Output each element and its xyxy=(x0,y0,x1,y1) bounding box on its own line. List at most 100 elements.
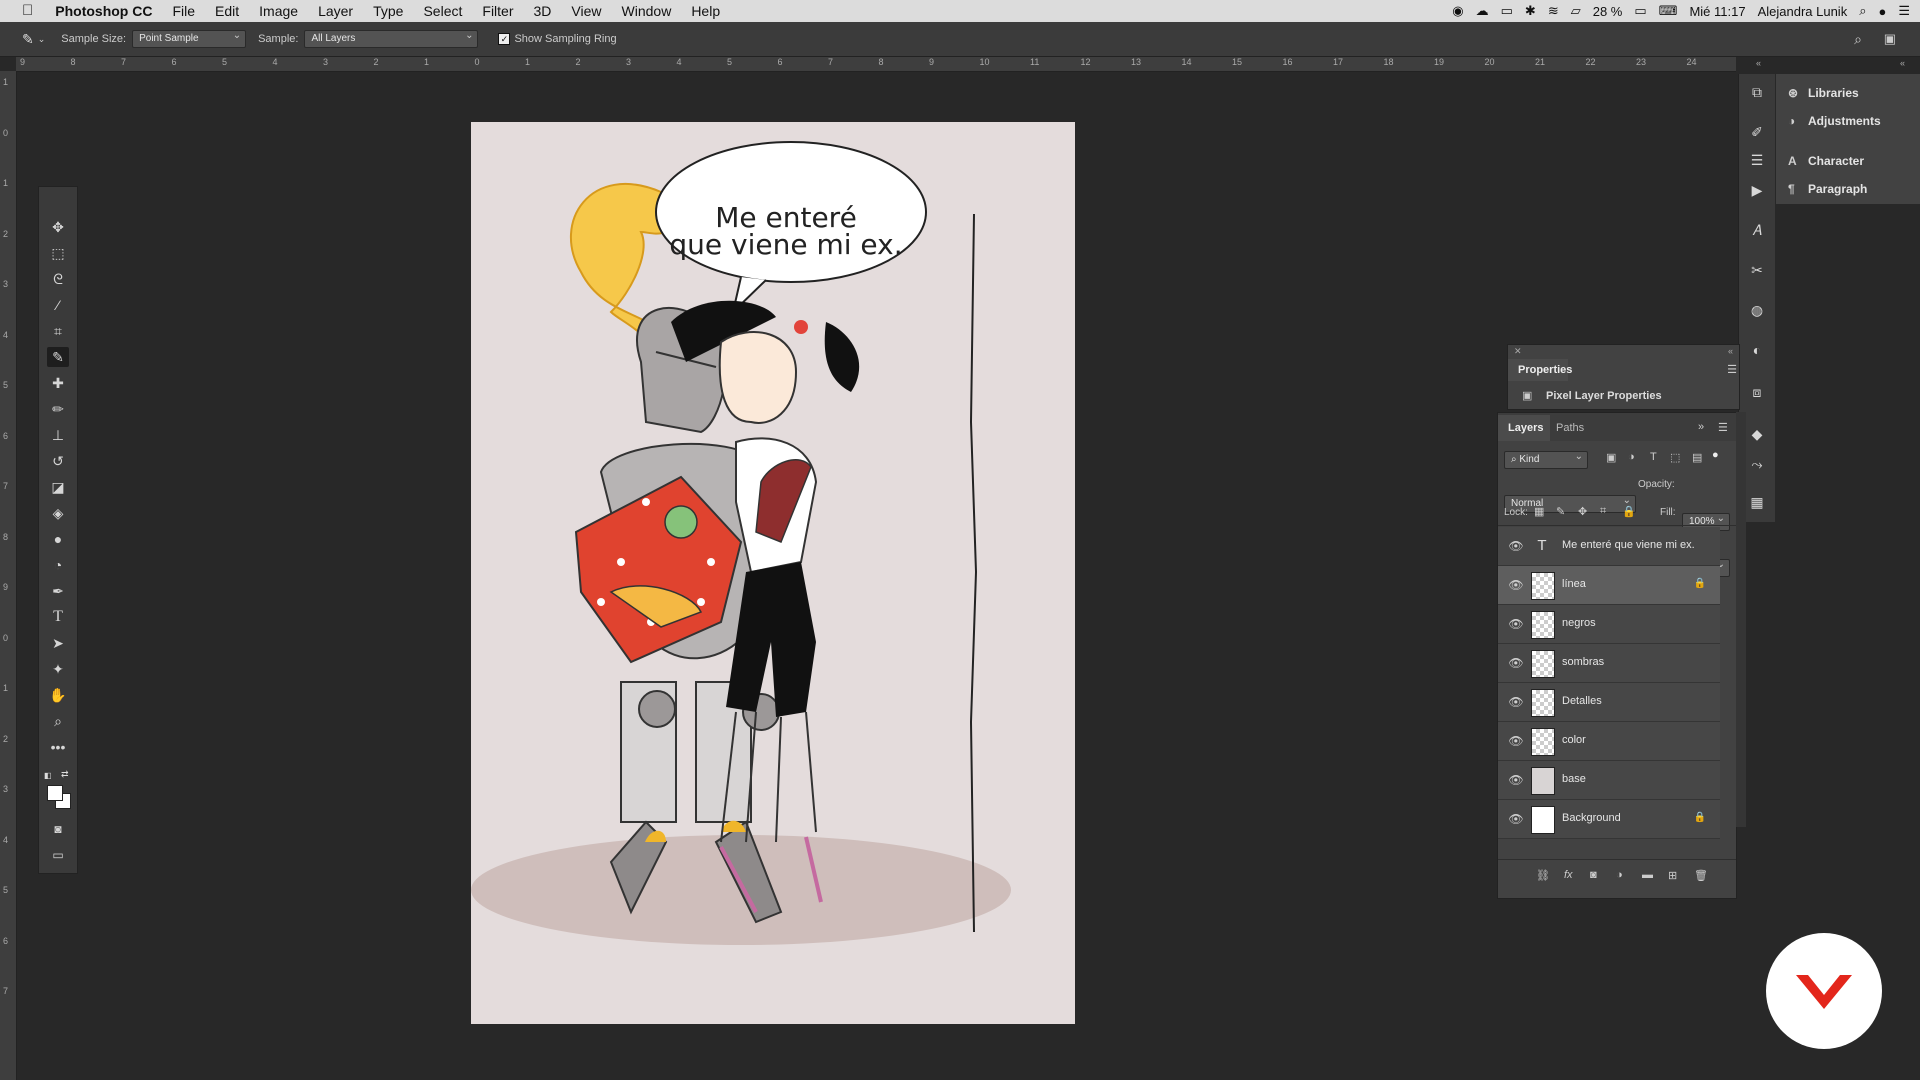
lock-pixels-icon[interactable]: ✎ xyxy=(1556,505,1565,518)
new-adjustment-icon[interactable]: ◑ xyxy=(1616,869,1623,881)
layers-panel-scrollbar[interactable] xyxy=(1736,412,1746,827)
battery-percent[interactable]: 28 % xyxy=(1593,4,1623,19)
properties-collapse-icon[interactable]: « xyxy=(1728,346,1733,356)
tool-presets-icon[interactable]: ✂ xyxy=(1747,260,1767,280)
type-tool-icon[interactable]: T xyxy=(47,607,69,627)
crop-tool-icon[interactable]: ⌗ xyxy=(47,321,69,341)
creative-cloud-icon[interactable]: ☁ xyxy=(1476,3,1489,19)
filter-shape-icon[interactable]: ⬚ xyxy=(1670,451,1680,464)
delete-layer-icon[interactable]: 🗑 xyxy=(1694,869,1708,882)
styles-icon[interactable]: ⧈ xyxy=(1747,382,1767,402)
layer-row[interactable]: 👁 negros xyxy=(1498,605,1720,644)
blur-tool-icon[interactable]: ● xyxy=(47,529,69,549)
history-brush-tool-icon[interactable]: ↺ xyxy=(47,451,69,471)
layer-row[interactable]: 👁 línea 🔒 xyxy=(1498,566,1720,605)
workspace-icon[interactable]: ▣ xyxy=(1884,31,1896,47)
layer-row[interactable]: 👁 sombras xyxy=(1498,644,1720,683)
display-icon[interactable]: ▭ xyxy=(1501,3,1513,19)
user-name[interactable]: Alejandra Lunik xyxy=(1758,4,1848,19)
screen-mode-icon[interactable]: ▭ xyxy=(47,845,69,865)
new-group-icon[interactable]: ▬ xyxy=(1642,869,1653,881)
layer-row[interactable]: 👁 T Me enteré que viene mi ex. xyxy=(1498,527,1720,566)
visibility-eye-icon[interactable]: 👁 xyxy=(1508,578,1524,592)
show-sampling-ring-checkbox[interactable]: ✓ xyxy=(498,33,511,45)
lock-transparency-icon[interactable]: ▦ xyxy=(1534,505,1544,518)
battery-icon[interactable]: ▭ xyxy=(1634,3,1646,19)
eyedropper-tool-preset-icon[interactable]: ✎ xyxy=(22,31,34,48)
brush-tool-icon[interactable]: ✏ xyxy=(47,399,69,419)
airplay-icon[interactable]: ▱ xyxy=(1571,3,1581,19)
apple-icon[interactable]:  xyxy=(0,0,45,22)
filter-adjustment-icon[interactable]: ◑ xyxy=(1628,451,1635,463)
menu-filter[interactable]: Filter xyxy=(472,0,523,22)
expand-panel-icon[interactable]: » xyxy=(1698,421,1704,433)
layer-row[interactable]: 👁 Background 🔒 xyxy=(1498,800,1720,839)
vertical-ruler[interactable]: 1 0 1 2 3 4 5 6 7 8 9 0 1 2 3 4 5 6 7 xyxy=(0,71,17,1080)
menu-layer[interactable]: Layer xyxy=(308,0,363,22)
panel-adjustments[interactable]: ◑ Adjustments xyxy=(1788,110,1881,132)
paths-icon[interactable]: ⤳ xyxy=(1747,454,1767,474)
properties-tab[interactable]: Properties xyxy=(1518,364,1572,376)
healing-brush-tool-icon[interactable]: ✚ xyxy=(47,373,69,393)
layer-name[interactable]: Me enteré que viene mi ex. xyxy=(1562,539,1695,551)
wifi-icon[interactable]: ≋ xyxy=(1548,3,1559,19)
eyedropper-tool-icon[interactable]: ✎ xyxy=(47,347,69,367)
layer-row[interactable]: 👁 base xyxy=(1498,761,1720,800)
menu-3d[interactable]: 3D xyxy=(524,0,562,22)
custom-shape-tool-icon[interactable]: ✦ xyxy=(47,659,69,679)
dodge-tool-icon[interactable]: ◔ xyxy=(47,555,69,575)
path-selection-tool-icon[interactable]: ➤ xyxy=(47,633,69,653)
layer-name[interactable]: sombras xyxy=(1562,656,1604,668)
layer-name[interactable]: base xyxy=(1562,773,1586,785)
properties-menu-icon[interactable]: ☰ xyxy=(1727,363,1737,376)
collapse-panels-icon[interactable]: « xyxy=(1756,58,1761,68)
show-sampling-ring-label[interactable]: Show Sampling Ring xyxy=(514,33,616,45)
visibility-eye-icon[interactable]: 👁 xyxy=(1508,656,1524,670)
glyphs-icon[interactable]: 𝐴 xyxy=(1747,220,1767,240)
layer-style-fx-icon[interactable]: fx xyxy=(1564,869,1573,881)
add-mask-icon[interactable]: ◙ xyxy=(1590,869,1597,881)
link-layers-icon[interactable]: ⛓ xyxy=(1536,869,1550,882)
filter-toggle-icon[interactable]: ● xyxy=(1712,449,1719,461)
marquee-tool-icon[interactable]: ⬚ xyxy=(47,243,69,263)
sample-size-select[interactable]: Point Sample xyxy=(132,28,247,48)
menu-image[interactable]: Image xyxy=(249,0,308,22)
visibility-eye-icon[interactable]: 👁 xyxy=(1508,695,1524,709)
visibility-eye-icon[interactable]: 👁 xyxy=(1508,812,1524,826)
spotlight-icon[interactable]: ⌕ xyxy=(1859,3,1866,19)
properties-close-icon[interactable]: ✕ xyxy=(1514,346,1522,357)
swap-colors-icon[interactable]: ⇄ xyxy=(61,769,71,779)
bluetooth-icon[interactable]: ✱ xyxy=(1525,3,1536,19)
swatches-icon[interactable]: ◐ xyxy=(1747,340,1767,360)
collapse-right-panels-icon[interactable]: « xyxy=(1900,58,1905,68)
app-name[interactable]: Photoshop CC xyxy=(45,0,162,22)
search-icon[interactable]: ⌕ xyxy=(1854,31,1862,48)
layer-name[interactable]: negros xyxy=(1562,617,1596,629)
panel-libraries[interactable]: ⊛ Libraries xyxy=(1788,82,1859,104)
menu-help[interactable]: Help xyxy=(681,0,730,22)
default-colors-icon[interactable]: ◧ xyxy=(44,771,54,781)
visibility-eye-icon[interactable]: 👁 xyxy=(1508,773,1524,787)
menu-file[interactable]: File xyxy=(162,0,205,22)
pen-tool-icon[interactable]: ✒ xyxy=(47,581,69,601)
more-tools-icon[interactable]: ••• xyxy=(47,737,69,757)
sample-select[interactable]: All Layers xyxy=(304,28,479,48)
notification-center-icon[interactable]: ☰ xyxy=(1898,3,1910,19)
filter-kind-select[interactable]: ⌕ Kind xyxy=(1504,449,1588,469)
panel-paragraph[interactable]: ¶ Paragraph xyxy=(1788,178,1867,200)
actions-play-icon[interactable]: ▶ xyxy=(1747,180,1767,200)
history-icon[interactable]: ⧉ xyxy=(1747,82,1767,102)
lock-position-icon[interactable]: ✥ xyxy=(1578,505,1587,518)
sliders-icon[interactable]: ☰ xyxy=(1747,150,1767,170)
menu-edit[interactable]: Edit xyxy=(205,0,249,22)
grid-icon[interactable]: ▦ xyxy=(1747,492,1767,512)
tab-layers[interactable]: Layers xyxy=(1508,422,1543,434)
filter-pixel-icon[interactable]: ▣ xyxy=(1606,451,1616,464)
clone-stamp-tool-icon[interactable]: ⊥ xyxy=(47,425,69,445)
tab-paths[interactable]: Paths xyxy=(1556,422,1584,434)
horizontal-ruler[interactable]: 9 8 7 6 5 4 3 2 1 0 1 2 3 4 5 6 7 8 9 10 11 12 13 14 15 16 17 18 19 2… xyxy=(16,57,1736,72)
menu-view[interactable]: View xyxy=(561,0,611,22)
visibility-eye-icon[interactable]: 👁 xyxy=(1508,617,1524,631)
menu-window[interactable]: Window xyxy=(612,0,682,22)
foreground-color-swatch[interactable] xyxy=(47,785,63,801)
